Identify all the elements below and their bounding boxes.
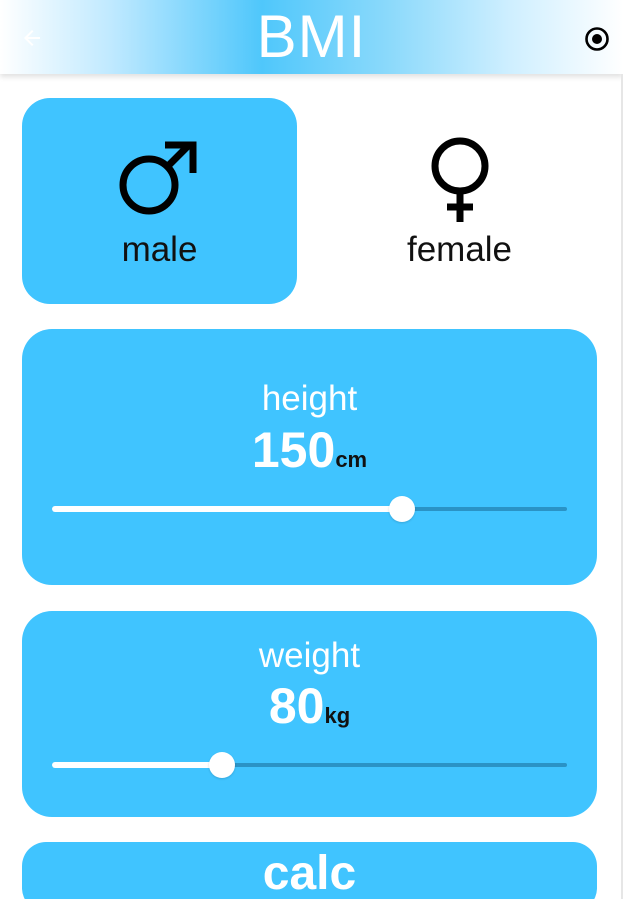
weight-slider-thumb[interactable] xyxy=(208,752,235,778)
weight-card: weight 80kg xyxy=(22,611,597,817)
weight-value: 80 xyxy=(268,678,325,734)
weight-slider[interactable] xyxy=(52,752,567,778)
app-title: BMI xyxy=(256,3,367,70)
calc-button-label: calc xyxy=(262,847,357,899)
app-bar: BMI xyxy=(0,0,623,74)
gender-option-male[interactable]: male xyxy=(22,98,297,304)
height-readout: 150cm xyxy=(22,422,597,478)
height-unit: cm xyxy=(335,447,368,472)
height-slider-fill xyxy=(52,506,403,512)
gender-option-female[interactable]: female xyxy=(322,98,597,304)
gender-label-male: male xyxy=(121,230,198,269)
height-value: 150 xyxy=(251,422,336,478)
calc-button[interactable]: calc xyxy=(22,842,597,899)
height-slider-thumb[interactable] xyxy=(389,496,416,522)
weight-slider-fill xyxy=(52,762,222,768)
female-symbol-icon xyxy=(431,137,488,222)
height-card: height 150cm xyxy=(22,329,597,585)
height-slider[interactable] xyxy=(52,496,567,522)
weight-label: weight xyxy=(258,636,361,675)
male-symbol-icon xyxy=(119,141,196,215)
height-label: height xyxy=(261,379,358,418)
weight-readout: 80kg xyxy=(22,678,597,734)
radio-action-button[interactable] xyxy=(583,25,611,53)
radio-button-icon xyxy=(585,27,609,51)
weight-unit: kg xyxy=(324,703,351,728)
gender-label-female: female xyxy=(406,230,513,269)
